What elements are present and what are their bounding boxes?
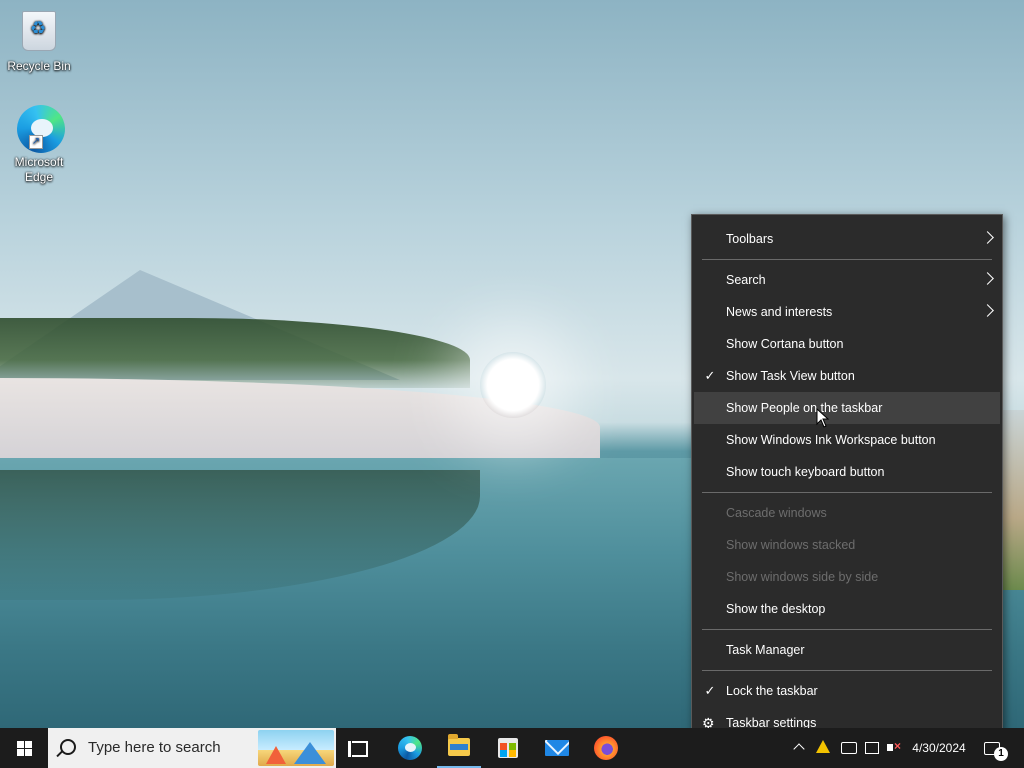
chevron-right-icon [981,304,994,317]
menu-item-toolbars[interactable]: Toolbars [692,223,1002,255]
edge-icon [398,736,422,760]
taskbar: Type here to search 4/30/2024 1 [0,728,1024,768]
volume-muted-icon[interactable] [884,728,904,768]
desktop-icon-recycle-bin[interactable]: Recycle Bin [1,8,77,74]
menu-item-show-cortana-button[interactable]: Show Cortana button [692,328,1002,360]
menu-item-label: Show Windows Ink Workspace button [726,433,936,447]
chevron-right-icon [981,272,994,285]
desktop-icon-microsoft-edge[interactable]: ↗ Microsoft Edge [1,105,77,185]
menu-item-task-manager[interactable]: Task Manager [692,634,1002,666]
menu-item-label: Show windows stacked [726,538,856,552]
recycle-bin-icon [17,11,61,55]
start-button[interactable] [0,728,48,768]
menu-item-show-the-desktop[interactable]: Show the desktop [692,593,1002,625]
taskbar-mail-button[interactable] [533,728,581,768]
menu-item-label: Show the desktop [726,602,826,616]
menu-item-label: Show touch keyboard button [726,465,885,479]
menu-item-show-touch-keyboard[interactable]: Show touch keyboard button [692,456,1002,488]
menu-item-label: Cascade windows [726,506,827,520]
menu-item-label: Show Task View button [726,369,855,383]
search-placeholder: Type here to search [88,739,221,756]
clock-date[interactable]: 4/30/2024 [906,728,972,768]
menu-item-show-windows-side-by-side: Show windows side by side [692,561,1002,593]
menu-item-search[interactable]: Search [692,264,1002,296]
checkmark-icon: ✓ [704,368,716,383]
taskbar-search-box[interactable]: Type here to search [48,728,336,768]
menu-separator [702,670,992,671]
menu-item-label: Show Cortana button [726,337,844,351]
file-explorer-icon [448,734,470,756]
warning-icon[interactable] [814,728,832,768]
menu-item-label: Show windows side by side [726,570,879,584]
checkmark-icon: ✓ [704,683,716,698]
menu-separator [702,629,992,630]
task-view-button[interactable] [336,728,384,768]
menu-item-label: Show People on the taskbar [726,401,883,415]
menu-item-show-windows-stacked: Show windows stacked [692,529,1002,561]
menu-separator [702,492,992,493]
taskbar-firefox-button[interactable] [582,728,630,768]
menu-item-show-people[interactable]: Show People on the taskbar [694,392,1000,424]
menu-item-lock-the-taskbar[interactable]: ✓ Lock the taskbar [692,675,1002,707]
taskbar-store-button[interactable] [484,728,532,768]
menu-item-label: Toolbars [726,232,774,246]
menu-separator [702,259,992,260]
notification-center-button[interactable]: 1 [978,728,1018,768]
menu-item-label: Lock the taskbar [726,684,818,698]
notification-count-badge: 1 [994,747,1008,761]
menu-item-cascade-windows: Cascade windows [692,497,1002,529]
search-icon [60,739,76,755]
network-icon[interactable] [862,728,882,768]
taskbar-edge-button[interactable] [386,728,434,768]
menu-item-label: Search [726,273,766,287]
taskbar-file-explorer-button[interactable] [435,728,483,768]
wallpaper-sun [480,352,546,418]
desktop-icon-label: Recycle Bin [7,59,71,73]
search-highlight-illustration-icon[interactable] [258,730,334,766]
show-hidden-icons-chevron-icon[interactable] [790,728,808,768]
desktop-icon-label: Microsoft Edge [14,155,64,184]
menu-item-label: Task Manager [726,643,805,657]
menu-item-news-and-interests[interactable]: News and interests [692,296,1002,328]
windows-logo-icon [17,741,32,756]
taskbar-context-menu: Toolbars Search News and interests Show … [691,214,1003,746]
menu-item-label: News and interests [726,305,833,319]
shortcut-arrow-icon: ↗ [29,135,43,149]
display-icon[interactable] [838,728,858,768]
menu-item-show-windows-ink[interactable]: Show Windows Ink Workspace button [692,424,1002,456]
chevron-right-icon [981,231,994,244]
task-view-icon [348,741,368,757]
microsoft-store-icon [498,738,518,758]
firefox-icon [594,736,618,760]
menu-item-show-task-view-button[interactable]: ✓ Show Task View button [692,360,1002,392]
mail-icon [545,740,569,756]
edge-icon: ↗ [17,105,65,153]
